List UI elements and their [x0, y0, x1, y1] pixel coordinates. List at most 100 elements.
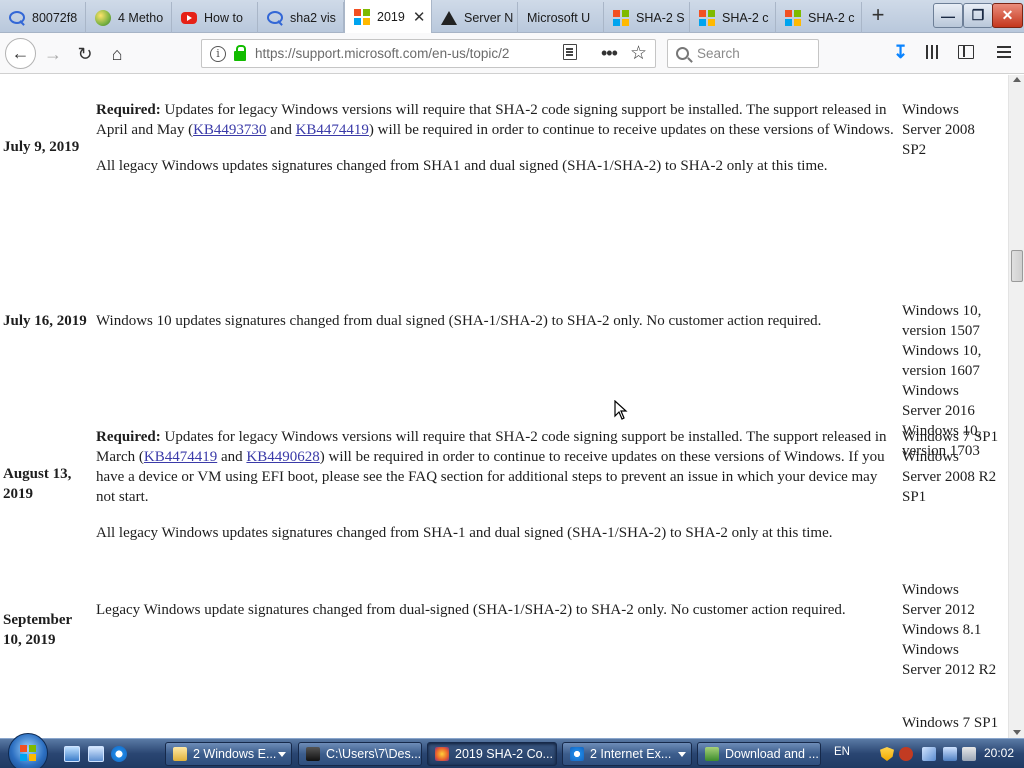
taskbar-button[interactable]: C:\Users\7\Des...: [298, 742, 422, 766]
scroll-up-arrow-icon[interactable]: [1013, 77, 1021, 82]
row-applies-to: Windows 7 SP1: [902, 713, 1006, 733]
tab[interactable]: SHA-2 c: [690, 2, 776, 33]
language-indicator[interactable]: EN: [834, 746, 850, 758]
required-label: Required:: [96, 102, 161, 118]
applies-to-line: Windows: [902, 102, 959, 118]
search-box[interactable]: Search: [667, 39, 819, 68]
row-date: August 13, 2019: [3, 466, 72, 502]
switch-windows-icon[interactable]: [88, 746, 104, 762]
description-text: All legacy Windows updates signatures ch…: [96, 158, 828, 174]
kb-link[interactable]: KB4474419: [144, 449, 217, 465]
action-center-flag-icon[interactable]: [922, 747, 936, 761]
applies-to-line: Windows: [902, 383, 959, 399]
taskbar-button[interactable]: Download and ...: [697, 742, 821, 766]
applies-to-line: Windows 10,: [902, 303, 982, 319]
taskbar-button[interactable]: 2019 SHA-2 Co...: [427, 742, 557, 766]
site-favicon-icon: [95, 9, 111, 26]
row-date: September 10, 2019: [3, 612, 72, 648]
vertical-scrollbar[interactable]: [1008, 75, 1024, 738]
downloads-icon[interactable]: ↧: [893, 42, 908, 63]
description-text: and: [266, 122, 296, 138]
row-date: July 16, 2019: [3, 313, 87, 329]
volume-icon[interactable]: [962, 747, 976, 761]
applies-to-line: Windows: [902, 449, 959, 465]
reload-button[interactable]: ↻: [71, 40, 99, 68]
tab[interactable]: SHA-2 c: [776, 2, 862, 33]
taskbar-button-label: 2019 SHA-2 Co...: [455, 747, 553, 761]
applies-to-line: Server 2008: [902, 122, 975, 138]
address-bar[interactable]: i https://support.microsoft.com/en-us/to…: [201, 39, 656, 68]
description-paragraph: Required: Updates for legacy Windows ver…: [96, 100, 898, 140]
clock[interactable]: 20:02: [984, 746, 1014, 760]
tab-label: sha2 vis: [290, 10, 336, 25]
display-icon[interactable]: [943, 747, 957, 761]
tab[interactable]: How to: [172, 2, 258, 33]
ie-icon: [570, 747, 584, 761]
tab-label: SHA-2 S: [636, 10, 685, 25]
url-text[interactable]: https://support.microsoft.com/en-us/topi…: [255, 46, 525, 61]
internet-explorer-icon[interactable]: [111, 746, 127, 762]
youtube-icon: [181, 11, 197, 24]
folder-icon: [173, 747, 187, 761]
page-actions-icon[interactable]: •••: [601, 43, 618, 64]
tab[interactable]: 80072f8: [0, 2, 86, 33]
kb-link[interactable]: KB4474419: [296, 122, 369, 138]
home-button[interactable]: ⌂: [103, 40, 131, 68]
table-row: July 9, 2019 Required: Updates for legacy…: [0, 100, 1008, 210]
tab[interactable]: sha2 vis: [258, 2, 344, 33]
hamburger-menu-icon[interactable]: [997, 46, 1011, 58]
show-desktop-icon[interactable]: [64, 746, 80, 762]
microsoft-icon: [785, 9, 801, 26]
close-window-button[interactable]: ✕: [992, 3, 1023, 28]
table-row: Windows 7 SP1: [0, 713, 1008, 738]
security-shield-icon[interactable]: [880, 747, 894, 761]
google-search-icon: [9, 11, 25, 24]
kb-link[interactable]: KB4493730: [193, 122, 266, 138]
download-manager-icon: [705, 747, 719, 761]
close-tab-icon[interactable]: ✕: [413, 8, 426, 26]
applies-to-line: Windows 10,: [902, 343, 982, 359]
description-text: All legacy Windows updates signatures ch…: [96, 525, 833, 541]
tab[interactable]: Server N: [432, 2, 518, 33]
maximize-button[interactable]: ❐: [963, 3, 993, 28]
scrollbar-thumb[interactable]: [1011, 250, 1023, 282]
row-description: Windows 10 updates signatures changed fr…: [96, 311, 898, 331]
new-tab-button[interactable]: +: [866, 4, 890, 28]
tab-active[interactable]: 2019 ✕: [344, 0, 432, 34]
kb-link[interactable]: KB4490628: [246, 449, 319, 465]
applies-to-line: SP1: [902, 489, 927, 505]
tab-label: 80072f8: [32, 10, 78, 25]
applies-to-line: Windows 7 SP1: [902, 715, 999, 731]
tab-label: 2019: [377, 10, 405, 24]
tab-label: 4 Metho: [118, 10, 164, 25]
tab[interactable]: 4 Metho: [86, 2, 172, 33]
start-button[interactable]: [8, 733, 48, 768]
tab[interactable]: SHA-2 S: [604, 2, 690, 33]
forward-button[interactable]: →: [39, 40, 67, 68]
group-dropdown-arrow-icon[interactable]: [678, 752, 686, 757]
applies-to-line: Server 2016: [902, 403, 975, 419]
tab-label: SHA-2 c: [722, 10, 769, 25]
bookmark-star-icon[interactable]: ☆: [630, 42, 647, 65]
microsoft-icon: [699, 9, 715, 26]
tab[interactable]: Microsoft U: [518, 2, 604, 33]
network-error-icon[interactable]: [899, 747, 913, 761]
reader-view-icon[interactable]: [563, 44, 577, 60]
sidebar-toggle-icon[interactable]: [958, 45, 974, 59]
minimize-button[interactable]: —: [933, 3, 963, 28]
applies-to-line: Windows 7 SP1: [902, 429, 999, 445]
back-button[interactable]: ←: [5, 38, 36, 69]
library-icon[interactable]: [926, 45, 943, 59]
taskbar-button-label: 2 Internet Ex...: [590, 747, 672, 761]
microsoft-icon: [354, 9, 370, 25]
scroll-down-arrow-icon[interactable]: [1013, 730, 1021, 735]
applies-to-line: Server 2008 R2: [902, 469, 997, 485]
taskbar-button[interactable]: 2 Windows E...: [165, 742, 292, 766]
applies-to-line: Server 2012: [902, 602, 975, 618]
required-label: Required:: [96, 429, 161, 445]
taskbar-button[interactable]: 2 Internet Ex...: [562, 742, 692, 766]
group-dropdown-arrow-icon[interactable]: [278, 752, 286, 757]
description-paragraph: Windows 10 updates signatures changed fr…: [96, 311, 898, 331]
table-row: September 10, 2019 Legacy Windows update …: [0, 580, 1008, 680]
site-info-icon[interactable]: i: [210, 45, 226, 62]
